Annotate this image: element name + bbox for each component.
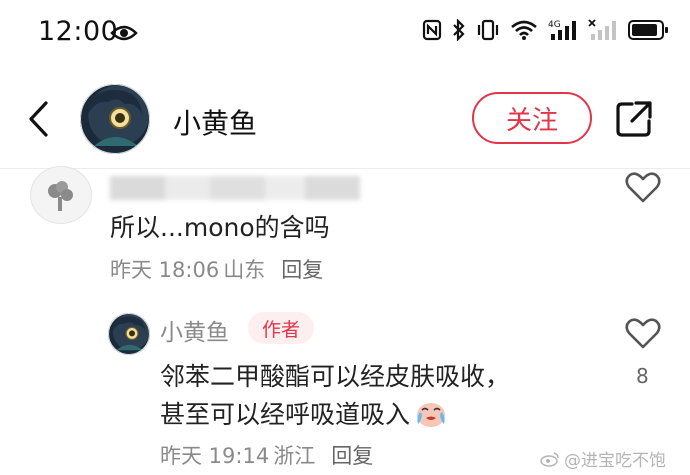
svg-text:4G: 4G xyxy=(548,20,561,30)
status-icons: 4G xyxy=(422,18,668,42)
back-icon[interactable] xyxy=(26,100,52,138)
reply-meta: 昨天 19:14 浙江 回复 xyxy=(160,440,373,470)
avatar[interactable] xyxy=(80,84,150,154)
eye-icon xyxy=(110,25,138,41)
like-count: 8 xyxy=(636,364,649,388)
reply-text: 甚至可以经呼吸道吸入 xyxy=(160,400,411,429)
author-badge: 作者 xyxy=(248,312,314,344)
weibo-icon xyxy=(540,451,559,467)
avatar[interactable] xyxy=(30,166,92,224)
header-divider xyxy=(0,168,690,169)
reply-button[interactable]: 回复 xyxy=(281,254,323,284)
share-icon[interactable] xyxy=(614,99,654,139)
signal-icon: 4G xyxy=(548,20,576,40)
follow-button[interactable]: 关注 xyxy=(472,92,592,144)
author-name[interactable]: 小黄鱼 xyxy=(173,102,257,142)
reply-location: 浙江 xyxy=(273,444,316,468)
reply-button[interactable]: 回复 xyxy=(331,440,373,470)
comment-text: 所以...mono的含吗 xyxy=(110,213,330,242)
heart-icon[interactable] xyxy=(625,318,661,350)
wifi-icon xyxy=(511,20,537,40)
comment-location: 山东 xyxy=(223,258,266,282)
nfc-icon xyxy=(422,19,442,41)
reply-text-line1: 邻苯二甲酸酯可以经皮肤吸收， xyxy=(160,362,511,391)
comment-date: 昨天 18:06 xyxy=(110,258,220,282)
crying-emoji-icon xyxy=(417,403,446,427)
watermark: @进宝吃不饱 xyxy=(540,446,666,471)
avatar[interactable] xyxy=(108,313,150,355)
reply-date: 昨天 19:14 xyxy=(160,444,270,468)
battery-icon xyxy=(628,20,668,40)
signal-icon xyxy=(588,19,616,40)
watermark-text: @进宝吃不饱 xyxy=(564,451,666,471)
bluetooth-icon xyxy=(453,19,465,41)
reply-author-name[interactable]: 小黄鱼 xyxy=(160,313,229,347)
reply-text-line2: 甚至可以经呼吸道吸入 xyxy=(160,395,448,431)
comment-meta: 昨天 18:06 山东 回复 xyxy=(110,254,323,284)
comment-screen: 12:00 4G 小黄鱼 关注 所以...mono的含吗 昨天 18:06 山东… xyxy=(0,0,690,475)
heart-icon[interactable] xyxy=(625,172,661,204)
blurred-username xyxy=(110,176,360,200)
status-time: 12:00 xyxy=(38,16,119,47)
vibrate-icon xyxy=(477,19,499,41)
